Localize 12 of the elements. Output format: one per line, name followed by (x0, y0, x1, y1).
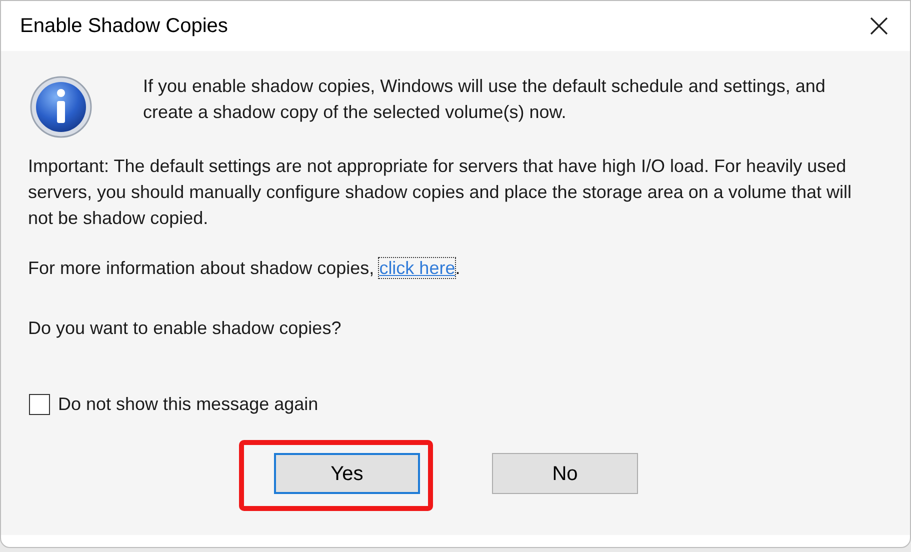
checkbox[interactable] (29, 394, 50, 414)
question-text: Do you want to enable shadow copies? (27, 317, 342, 340)
dialog-button[interactable]: Yes (274, 453, 420, 494)
close-icon (869, 16, 889, 36)
important-note: Important: The default settings are not appropriate for servers that have high I/O load. For heavily used servers, you should manually configure shadow copies and place the storage area on a volume that will not be shadow copied. (27, 155, 852, 230)
info-message: If you enable shadow copies, Windows will use the default schedule and settings, and create a shadow copy of the selected volume(s) now. (143, 75, 826, 124)
click-here-link[interactable]: click here (379, 258, 456, 278)
info-icon (29, 75, 93, 139)
dialog-button[interactable]: No (492, 453, 638, 494)
more-info-text: For more information about shadow copies, click here. (27, 257, 462, 280)
window-title: Enable Shadow Copies (20, 14, 228, 39)
checkbox-label: Do not show this message again (58, 393, 318, 416)
